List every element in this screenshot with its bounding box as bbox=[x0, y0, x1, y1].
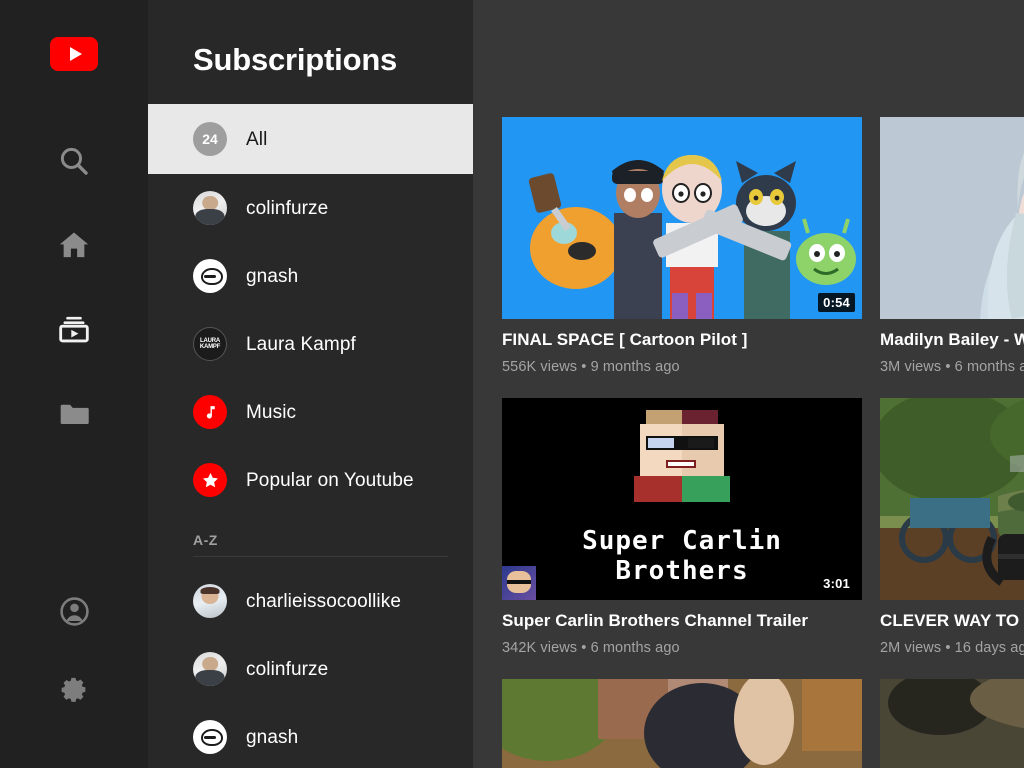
thumbnail-art bbox=[880, 679, 1024, 768]
sidebar-item-label: All bbox=[246, 128, 268, 150]
library-folder-icon[interactable] bbox=[39, 371, 109, 455]
sidebar-item-label: colinfurze bbox=[246, 658, 329, 680]
home-icon[interactable] bbox=[39, 203, 109, 287]
video-title: CLEVER WAY TO G NUMBER!! bbox=[880, 611, 1024, 630]
sidebar-item-laura-kampf[interactable]: LAURA KAMPF Laura Kampf bbox=[148, 310, 473, 378]
sidebar-item-popular-on-youtube[interactable]: Popular on Youtube bbox=[148, 446, 473, 514]
sidebar-item-label: colinfurze bbox=[246, 197, 329, 219]
subscriptions-panel: Subscriptions 24 All colinfurze gnash LA… bbox=[148, 0, 473, 768]
subscription-list: 24 All colinfurze gnash LAURA KAMPF Laur… bbox=[148, 104, 473, 768]
sidebar-item-gnash[interactable]: gnash bbox=[148, 242, 473, 310]
avatar bbox=[193, 191, 227, 225]
video-card[interactable]: CLEVER WAY TO G NUMBER!! 2M views • 16 d… bbox=[880, 398, 1024, 658]
youtube-tv-app: Subscriptions 24 All colinfurze gnash LA… bbox=[0, 0, 1024, 768]
video-card[interactable]: Super Carlin Brothers 3:01 Super Carlin … bbox=[502, 398, 862, 658]
video-grid: 0:54 FINAL SPACE [ Cartoon Pilot ] 556K … bbox=[502, 117, 1024, 768]
video-meta: 556K views • 9 months ago bbox=[502, 359, 680, 375]
video-card[interactable]: 0:54 FINAL SPACE [ Cartoon Pilot ] 556K … bbox=[502, 117, 862, 377]
thumbnail-text: Super Carlin Brothers bbox=[502, 526, 862, 586]
thumbnail-art bbox=[880, 117, 1024, 319]
video-thumbnail[interactable] bbox=[880, 117, 1024, 319]
video-card[interactable] bbox=[880, 679, 1024, 768]
rail-icon-group bbox=[39, 119, 109, 455]
thumbnail-text-line1: Super Carlin bbox=[582, 526, 782, 556]
video-card[interactable] bbox=[502, 679, 862, 768]
star-icon bbox=[193, 463, 227, 497]
music-note-icon bbox=[193, 395, 227, 429]
avatar bbox=[193, 652, 227, 686]
thumbnail-art bbox=[502, 679, 862, 768]
page-title: Subscriptions bbox=[193, 42, 398, 77]
video-meta: 2M views • 16 days ag bbox=[880, 640, 1024, 656]
video-grid-region: 0:54 FINAL SPACE [ Cartoon Pilot ] 556K … bbox=[473, 0, 1024, 768]
thumbnail-text-line2: Brothers bbox=[615, 556, 749, 586]
left-nav-rail bbox=[0, 0, 148, 768]
sidebar-item-label: Music bbox=[246, 401, 297, 423]
thumbnail-art bbox=[880, 398, 1024, 600]
avatar bbox=[193, 259, 227, 293]
rail-bottom-group bbox=[0, 572, 148, 728]
section-header-az: A-Z bbox=[193, 532, 218, 548]
sidebar-item-label: charlieissocoollike bbox=[246, 590, 402, 612]
video-thumbnail[interactable]: 0:54 bbox=[502, 117, 862, 319]
play-triangle-icon bbox=[69, 47, 82, 61]
video-title: Madilyn Bailey - Wi Video) on Spotify & bbox=[880, 330, 1024, 349]
avatar: LAURA KAMPF bbox=[193, 327, 227, 361]
video-title: FINAL SPACE [ Cartoon Pilot ] bbox=[502, 330, 748, 349]
avatar bbox=[193, 720, 227, 754]
video-thumbnail[interactable]: Super Carlin Brothers 3:01 bbox=[502, 398, 862, 600]
sidebar-item-gnash-az[interactable]: gnash bbox=[148, 703, 473, 768]
avatar bbox=[193, 584, 227, 618]
duration-badge: 0:54 bbox=[818, 293, 855, 312]
thumbnail-art bbox=[634, 410, 730, 502]
youtube-logo[interactable] bbox=[50, 37, 98, 71]
sidebar-item-label: Laura Kampf bbox=[246, 333, 356, 355]
video-meta: 3M views • 6 months a bbox=[880, 359, 1024, 375]
duration-badge: 3:01 bbox=[818, 574, 855, 593]
sidebar-item-colinfurze-az[interactable]: colinfurze bbox=[148, 635, 473, 703]
sidebar-item-charlieissocoollike[interactable]: charlieissocoollike bbox=[148, 567, 473, 635]
video-title: Super Carlin Brothers Channel Trailer bbox=[502, 611, 809, 630]
search-icon[interactable] bbox=[39, 119, 109, 203]
sidebar-item-label: Popular on Youtube bbox=[246, 469, 414, 491]
sidebar-item-colinfurze[interactable]: colinfurze bbox=[148, 174, 473, 242]
gear-icon[interactable] bbox=[39, 650, 109, 728]
channel-avatar-overlay bbox=[502, 566, 536, 600]
video-thumbnail[interactable] bbox=[502, 679, 862, 768]
thumbnail-art bbox=[502, 117, 862, 319]
sidebar-item-label: gnash bbox=[246, 726, 299, 748]
video-meta: 342K views • 6 months ago bbox=[502, 640, 680, 656]
sidebar-item-subscriptions[interactable] bbox=[39, 287, 109, 371]
video-thumbnail[interactable] bbox=[880, 398, 1024, 600]
sidebar-item-music[interactable]: Music bbox=[148, 378, 473, 446]
unread-count-badge: 24 bbox=[193, 122, 227, 156]
avatar-text-line2: KAMPF bbox=[199, 344, 221, 350]
divider bbox=[193, 556, 448, 557]
video-card[interactable]: Madilyn Bailey - Wi Video) on Spotify & … bbox=[880, 117, 1024, 377]
sidebar-item-all[interactable]: 24 All bbox=[148, 104, 473, 174]
sidebar-item-label: gnash bbox=[246, 265, 299, 287]
video-thumbnail[interactable] bbox=[880, 679, 1024, 768]
account-icon[interactable] bbox=[39, 572, 109, 650]
